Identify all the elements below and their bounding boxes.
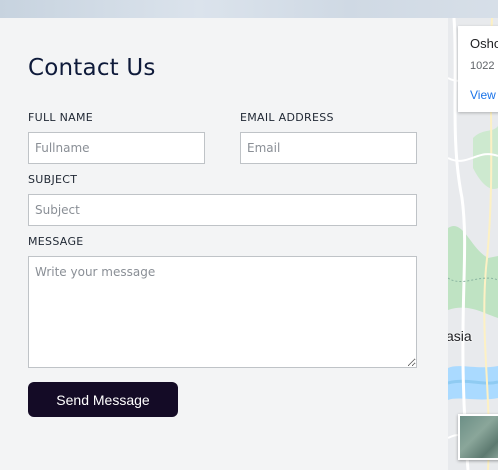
subject-input[interactable] (28, 194, 417, 226)
message-textarea[interactable] (28, 256, 417, 368)
map-embed[interactable]: asia Osho 1022 View (448, 18, 498, 470)
map-place-title: Osho (470, 36, 498, 51)
subject-label: SUBJECT (28, 173, 78, 186)
map-place-address: 1022 (470, 60, 495, 72)
page-title: Contact Us (28, 55, 156, 81)
send-message-button[interactable]: Send Message (28, 382, 178, 417)
view-larger-map-link[interactable]: View (470, 88, 496, 102)
background-sky (0, 0, 498, 18)
satellite-thumbnail-icon[interactable] (458, 414, 498, 460)
full-name-label: FULL NAME (28, 111, 94, 124)
contact-panel: Contact Us FULL NAME EMAIL ADDRESS SUBJE… (0, 18, 448, 470)
email-input[interactable] (240, 132, 417, 164)
email-label: EMAIL ADDRESS (240, 111, 334, 124)
map-place-label: asia (448, 328, 472, 344)
message-label: MESSAGE (28, 235, 84, 248)
map-place-card: Osho 1022 View (458, 26, 498, 112)
full-name-input[interactable] (28, 132, 205, 164)
